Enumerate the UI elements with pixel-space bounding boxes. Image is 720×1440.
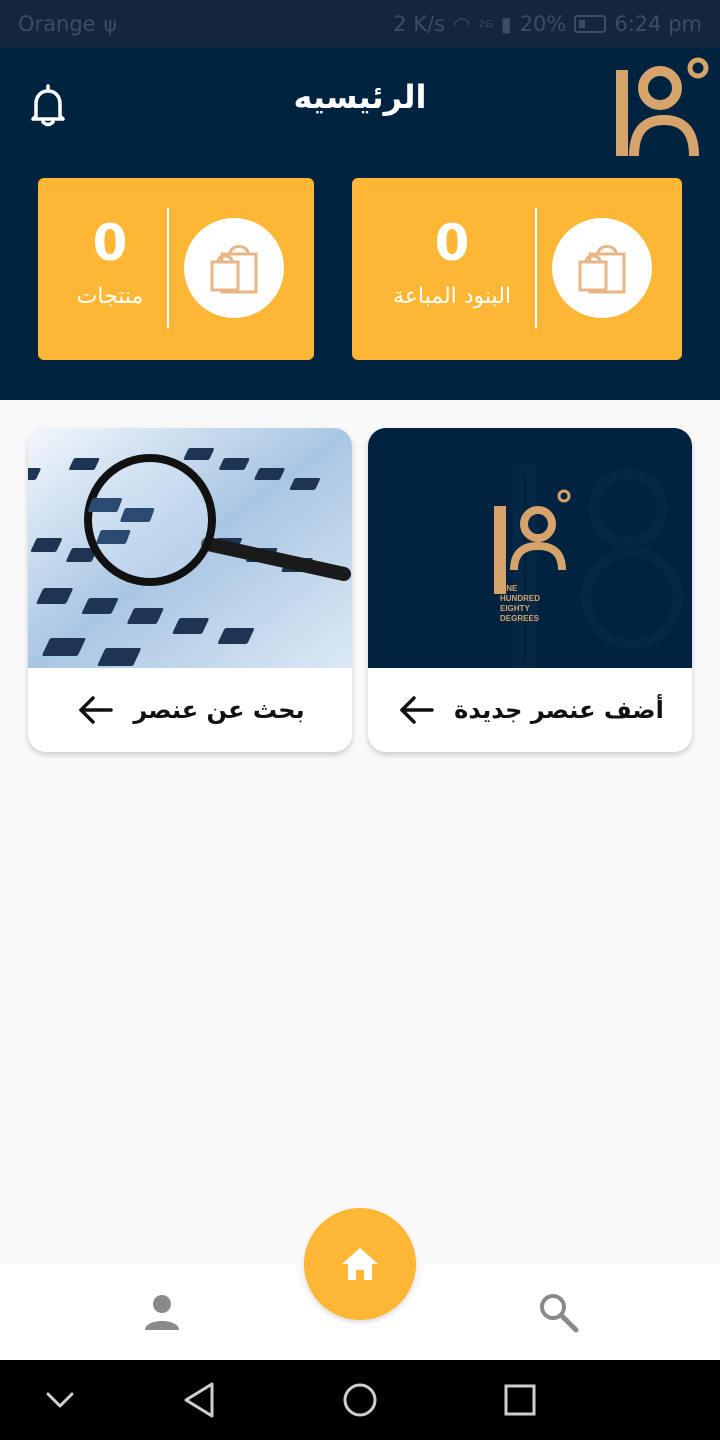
network-type: 2G (478, 18, 493, 30)
home-icon (342, 1248, 378, 1280)
sold-items-value: 0 (434, 214, 470, 272)
home-circle-icon[interactable] (340, 1380, 380, 1420)
magnifier-keyboard-image (28, 428, 352, 668)
search-item-footer: بحث عن عنصر (28, 668, 352, 752)
system-nav-bar (0, 1360, 720, 1440)
shopping-bags-icon (184, 218, 284, 318)
arrow-left-icon (400, 696, 434, 724)
add-item-footer: أضف عنصر جديدة (368, 668, 692, 752)
battery-percent: 20% (519, 12, 567, 36)
search-item-label: بحث عن عنصر (133, 696, 305, 724)
add-item-label: أضف عنصر جديدة (454, 696, 664, 724)
wifi-icon: ◠ (453, 12, 471, 36)
arrow-left-icon (79, 696, 114, 724)
stat-divider (535, 208, 537, 328)
status-bar: Orange ψ 2 K/s ◠ 2G ▮ 20% 6:24 pm (0, 0, 720, 48)
recents-icon[interactable] (502, 1380, 538, 1420)
brand-logo (616, 57, 709, 157)
shopping-bags-icon (552, 218, 652, 318)
products-label: منتجات (76, 284, 144, 309)
signal-icon: ▮ (500, 12, 512, 36)
back-icon[interactable] (182, 1380, 218, 1420)
battery-icon (574, 15, 607, 33)
usb-icon: ψ (103, 12, 117, 36)
sold-items-label: البنود المباعة (392, 284, 512, 309)
user-icon[interactable] (140, 1290, 184, 1334)
banner-line-2: HUNDRED (500, 594, 540, 603)
home-button[interactable] (304, 1208, 416, 1320)
stat-card-products[interactable]: 0 منتجات (38, 178, 314, 360)
stat-card-sold-items[interactable]: 0 البنود المباعة (352, 178, 682, 360)
products-value: 0 (92, 214, 128, 272)
banner-line-1: ONE (500, 584, 518, 593)
search-item-card[interactable]: بحث عن عنصر (28, 428, 352, 752)
clock: 6:24 pm (614, 12, 702, 36)
carrier-label: Orange (18, 12, 96, 36)
brand-banner-image: ONE HUNDRED EIGHTY DEGREES (368, 428, 692, 668)
search-icon[interactable] (536, 1290, 580, 1334)
network-speed: 2 K/s (393, 12, 446, 36)
chevron-down-icon[interactable] (44, 1380, 76, 1420)
banner-line-4: DEGREES (500, 614, 540, 623)
add-item-card[interactable]: ONE HUNDRED EIGHTY DEGREES أضف عنصر جديد… (368, 428, 692, 752)
banner-line-3: EIGHTY (500, 604, 530, 613)
